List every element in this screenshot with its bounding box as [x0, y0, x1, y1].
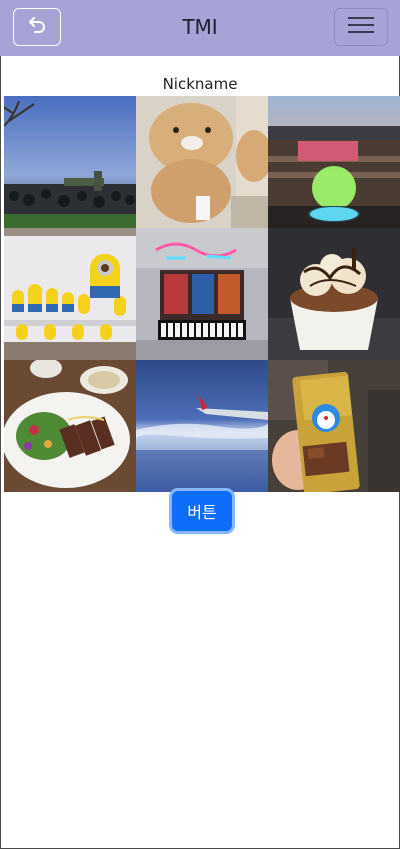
top-navbar: TMI: [0, 0, 400, 56]
photo-tile-8[interactable]: [136, 360, 268, 492]
photo-tile-5[interactable]: [136, 228, 268, 360]
app-frame: TMI Nickname 버튼: [0, 0, 400, 849]
hamburger-menu-icon: [347, 14, 375, 40]
nickname-label: Nickname: [162, 75, 238, 93]
menu-toggle-button[interactable]: [334, 8, 388, 46]
photo-tile-4[interactable]: [4, 228, 136, 360]
photo-tile-6[interactable]: [268, 228, 400, 360]
photo-tile-2[interactable]: [136, 96, 268, 228]
primary-action-button[interactable]: 버튼: [172, 491, 232, 531]
photo-tile-3[interactable]: [268, 96, 400, 228]
photo-grid: [4, 96, 400, 492]
photo-tile-7[interactable]: [4, 360, 136, 492]
photo-tile-9[interactable]: [268, 360, 400, 492]
photo-tile-1[interactable]: [4, 96, 136, 228]
